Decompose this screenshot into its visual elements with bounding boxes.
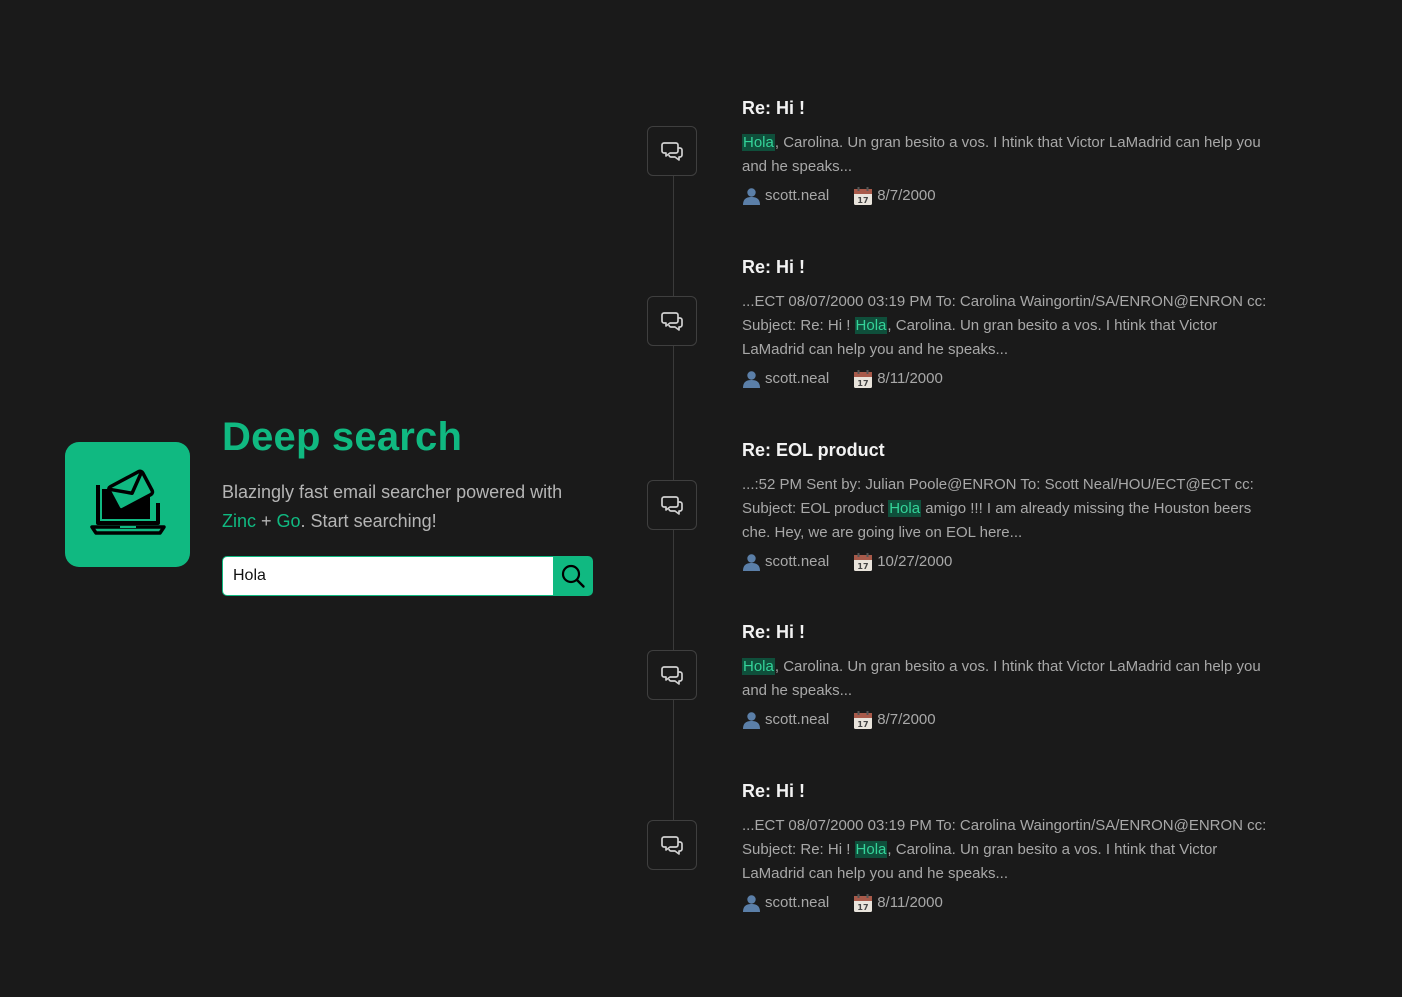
page-title: Deep search (222, 415, 463, 459)
date-text: 8/7/2000 (877, 711, 936, 728)
result-snippet: Hola, Carolina. Un gran besito a vos. I … (742, 131, 1267, 179)
result-title[interactable]: Re: Hi ! (742, 97, 1267, 119)
user-icon (742, 370, 761, 388)
timeline-node (647, 820, 697, 870)
author-name: scott.neal (765, 553, 830, 570)
hero-subtitle: Blazingly fast email searcher powered wi… (222, 478, 594, 536)
result-title[interactable]: Re: Hi ! (742, 256, 1267, 278)
author: scott.neal (742, 184, 829, 208)
timeline-node (647, 650, 697, 700)
result-meta: scott.neal 17 10/27/2000 (742, 550, 1267, 574)
plus-text: + (256, 511, 277, 531)
subtitle-text: Blazingly fast email searcher powered wi… (222, 482, 563, 502)
result-item[interactable]: Re: EOL product ...:52 PM Sent by: Julia… (647, 439, 1267, 574)
svg-text:17: 17 (858, 720, 869, 729)
author-name: scott.neal (765, 370, 830, 387)
author-name: scott.neal (765, 711, 830, 728)
calendar-icon: 17 (853, 710, 873, 730)
svg-text:17: 17 (858, 196, 869, 205)
result-meta: scott.neal 17 8/7/2000 (742, 708, 1267, 732)
zinc-link[interactable]: Zinc (222, 511, 256, 531)
result-content: Re: Hi ! ...ECT 08/07/2000 03:19 PM To: … (742, 780, 1267, 915)
author: scott.neal (742, 891, 829, 915)
result-snippet: ...ECT 08/07/2000 03:19 PM To: Carolina … (742, 290, 1267, 362)
snippet-post: , Carolina. Un gran besito a vos. I htin… (742, 134, 1261, 175)
result-meta: scott.neal 17 8/11/2000 (742, 367, 1267, 391)
laptop-mail-icon (89, 468, 166, 535)
result-title[interactable]: Re: EOL product (742, 439, 1267, 461)
svg-text:17: 17 (858, 562, 869, 571)
timeline-node (647, 480, 697, 530)
date-text: 10/27/2000 (877, 553, 953, 570)
search-highlight: Hola (742, 134, 775, 151)
user-icon (742, 711, 761, 729)
date-text: 8/11/2000 (877, 370, 943, 387)
search-highlight: Hola (742, 658, 775, 675)
result-item[interactable]: Re: Hi ! ...ECT 08/07/2000 03:19 PM To: … (647, 256, 1267, 391)
timeline-node (647, 296, 697, 346)
calendar-icon: 17 (853, 369, 873, 389)
result-item[interactable]: Re: Hi ! ...ECT 08/07/2000 03:19 PM To: … (647, 780, 1267, 915)
app-logo (65, 442, 190, 567)
result-item[interactable]: Re: Hi ! Hola, Carolina. Un gran besito … (647, 621, 1267, 732)
result-meta: scott.neal 17 8/7/2000 (742, 184, 1267, 208)
user-icon (742, 894, 761, 912)
result-meta: scott.neal 17 8/11/2000 (742, 891, 1267, 915)
hero-section: Deep search Blazingly fast email searche… (65, 414, 594, 596)
result-item[interactable]: Re: Hi ! Hola, Carolina. Un gran besito … (647, 97, 1267, 208)
search-icon (561, 564, 585, 588)
author-name: scott.neal (765, 187, 830, 204)
result-title[interactable]: Re: Hi ! (742, 780, 1267, 802)
timeline-node (647, 126, 697, 176)
date: 17 8/7/2000 (853, 184, 936, 208)
chat-bubbles-icon (661, 312, 683, 331)
calendar-icon: 17 (853, 893, 873, 913)
date: 17 8/7/2000 (853, 708, 936, 732)
search-highlight: Hola (854, 841, 888, 858)
search-bar (222, 556, 593, 596)
calendar-icon: 17 (853, 552, 873, 572)
author: scott.neal (742, 708, 829, 732)
author: scott.neal (742, 367, 829, 391)
chat-bubbles-icon (661, 496, 683, 515)
result-title[interactable]: Re: Hi ! (742, 621, 1267, 643)
snippet-post: , Carolina. Un gran besito a vos. I htin… (742, 658, 1261, 699)
chat-bubbles-icon (661, 836, 683, 855)
date: 17 8/11/2000 (853, 367, 943, 391)
date: 17 8/11/2000 (853, 891, 943, 915)
calendar-icon: 17 (853, 186, 873, 206)
result-content: Re: Hi ! Hola, Carolina. Un gran besito … (742, 97, 1267, 208)
author-name: scott.neal (765, 894, 830, 911)
result-snippet: ...:52 PM Sent by: Julian Poole@ENRON To… (742, 473, 1267, 545)
user-icon (742, 187, 761, 205)
chat-bubbles-icon (661, 142, 683, 161)
date: 17 10/27/2000 (853, 550, 952, 574)
result-content: Re: Hi ! Hola, Carolina. Un gran besito … (742, 621, 1267, 732)
result-content: Re: Hi ! ...ECT 08/07/2000 03:19 PM To: … (742, 256, 1267, 391)
search-highlight: Hola (854, 317, 888, 334)
date-text: 8/7/2000 (877, 187, 936, 204)
search-input[interactable] (222, 556, 553, 596)
result-snippet: ...ECT 08/07/2000 03:19 PM To: Carolina … (742, 814, 1267, 886)
svg-text:17: 17 (858, 379, 869, 388)
search-highlight: Hola (888, 500, 922, 517)
user-icon (742, 553, 761, 571)
author: scott.neal (742, 550, 829, 574)
result-snippet: Hola, Carolina. Un gran besito a vos. I … (742, 655, 1267, 703)
search-button[interactable] (553, 556, 593, 596)
date-text: 8/11/2000 (877, 894, 943, 911)
svg-text:17: 17 (858, 903, 869, 912)
subtitle-end: . Start searching! (300, 511, 437, 531)
chat-bubbles-icon (661, 666, 683, 685)
go-link[interactable]: Go (277, 511, 301, 531)
hero-text: Deep search Blazingly fast email searche… (222, 414, 594, 596)
result-content: Re: EOL product ...:52 PM Sent by: Julia… (742, 439, 1267, 574)
